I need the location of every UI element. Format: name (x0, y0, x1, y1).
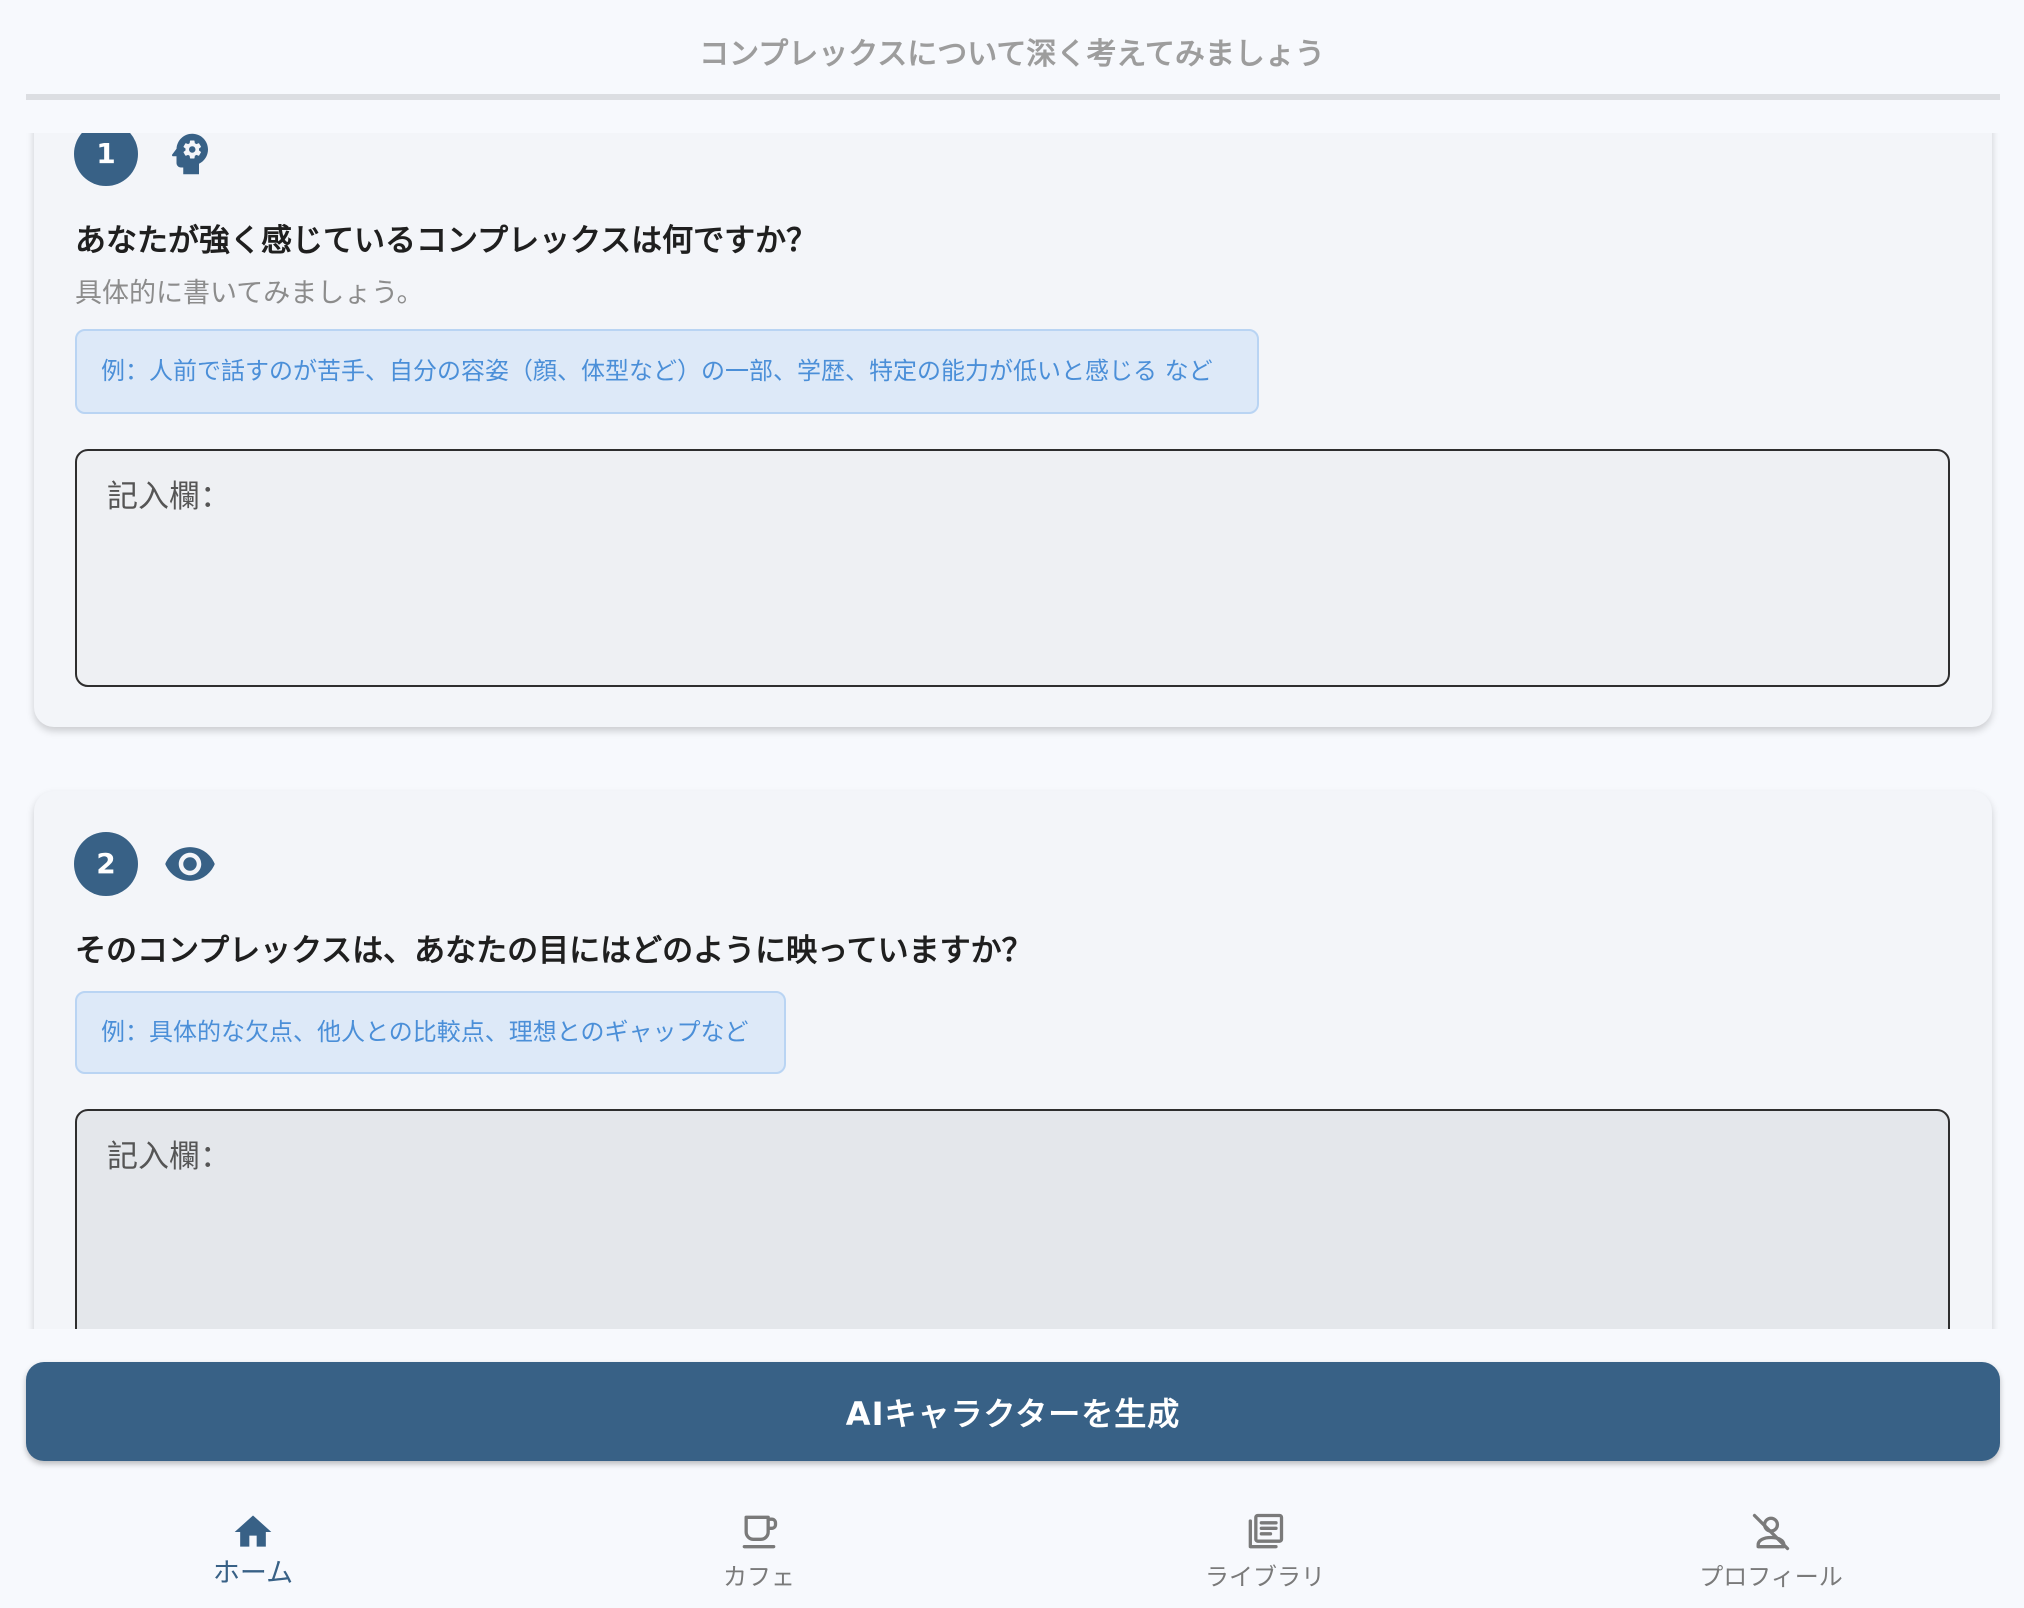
answer-input-2[interactable] (75, 1109, 1950, 1329)
question-number-badge: 1 (74, 133, 138, 186)
nav-label: カフェ (723, 1563, 795, 1591)
page-title: コンプレックスについて深く考えてみましょう (699, 37, 1325, 72)
nav-item-profile[interactable]: プロフィール (1518, 1490, 2024, 1608)
question-hint: 具体的に書いてみましょう。 (75, 278, 424, 309)
nav-item-cafe[interactable]: カフェ (506, 1490, 1012, 1608)
answer-input-1[interactable] (75, 449, 1950, 687)
generate-ai-character-button[interactable]: AIキャラクターを生成 (26, 1362, 2000, 1461)
bottom-navigation: ホーム カフェ ライブラリ プロフィール (0, 1490, 2024, 1608)
home-icon (231, 1510, 275, 1554)
coffee-cup-icon (737, 1510, 781, 1554)
question-text: そのコンプレックスは、あなたの目にはどのように映っていますか？ (75, 933, 1033, 969)
question-text: あなたが強く感じているコンプレックスは何ですか？ (75, 223, 818, 259)
header-divider (26, 94, 2000, 100)
nav-item-home[interactable]: ホーム (0, 1490, 506, 1608)
person-off-icon (1749, 1510, 1793, 1554)
page-header: コンプレックスについて深く考えてみましょう (0, 0, 2024, 133)
psychology-icon (163, 133, 217, 181)
nav-item-library[interactable]: ライブラリ (1012, 1490, 1518, 1608)
eye-icon (163, 837, 217, 891)
nav-label: ホーム (212, 1558, 294, 1589)
example-box: 例：人前で話すのが苦手、自分の容姿（顔、体型など）の一部、学歴、特定の能力が低い… (75, 329, 1259, 414)
nav-label: ライブラリ (1205, 1563, 1325, 1591)
example-box: 例：具体的な欠点、他人との比較点、理想とのギャップなど (75, 991, 786, 1074)
question-scroll-area[interactable]: 1 あなたが強く感じているコンプレックスは何ですか？ 具体的に書いてみましょう。… (0, 133, 2024, 1329)
question-card-1: 1 あなたが強く感じているコンプレックスは何ですか？ 具体的に書いてみましょう。… (34, 133, 1992, 727)
question-card-2: 2 そのコンプレックスは、あなたの目にはどのように映っていますか？ 例：具体的な… (34, 791, 1992, 1329)
app-root: コンプレックスについて深く考えてみましょう 1 あなたが強く感じているコンプレッ… (0, 0, 2024, 1608)
library-books-icon (1243, 1510, 1287, 1554)
nav-label: プロフィール (1699, 1563, 1843, 1591)
question-number-badge: 2 (74, 832, 138, 896)
